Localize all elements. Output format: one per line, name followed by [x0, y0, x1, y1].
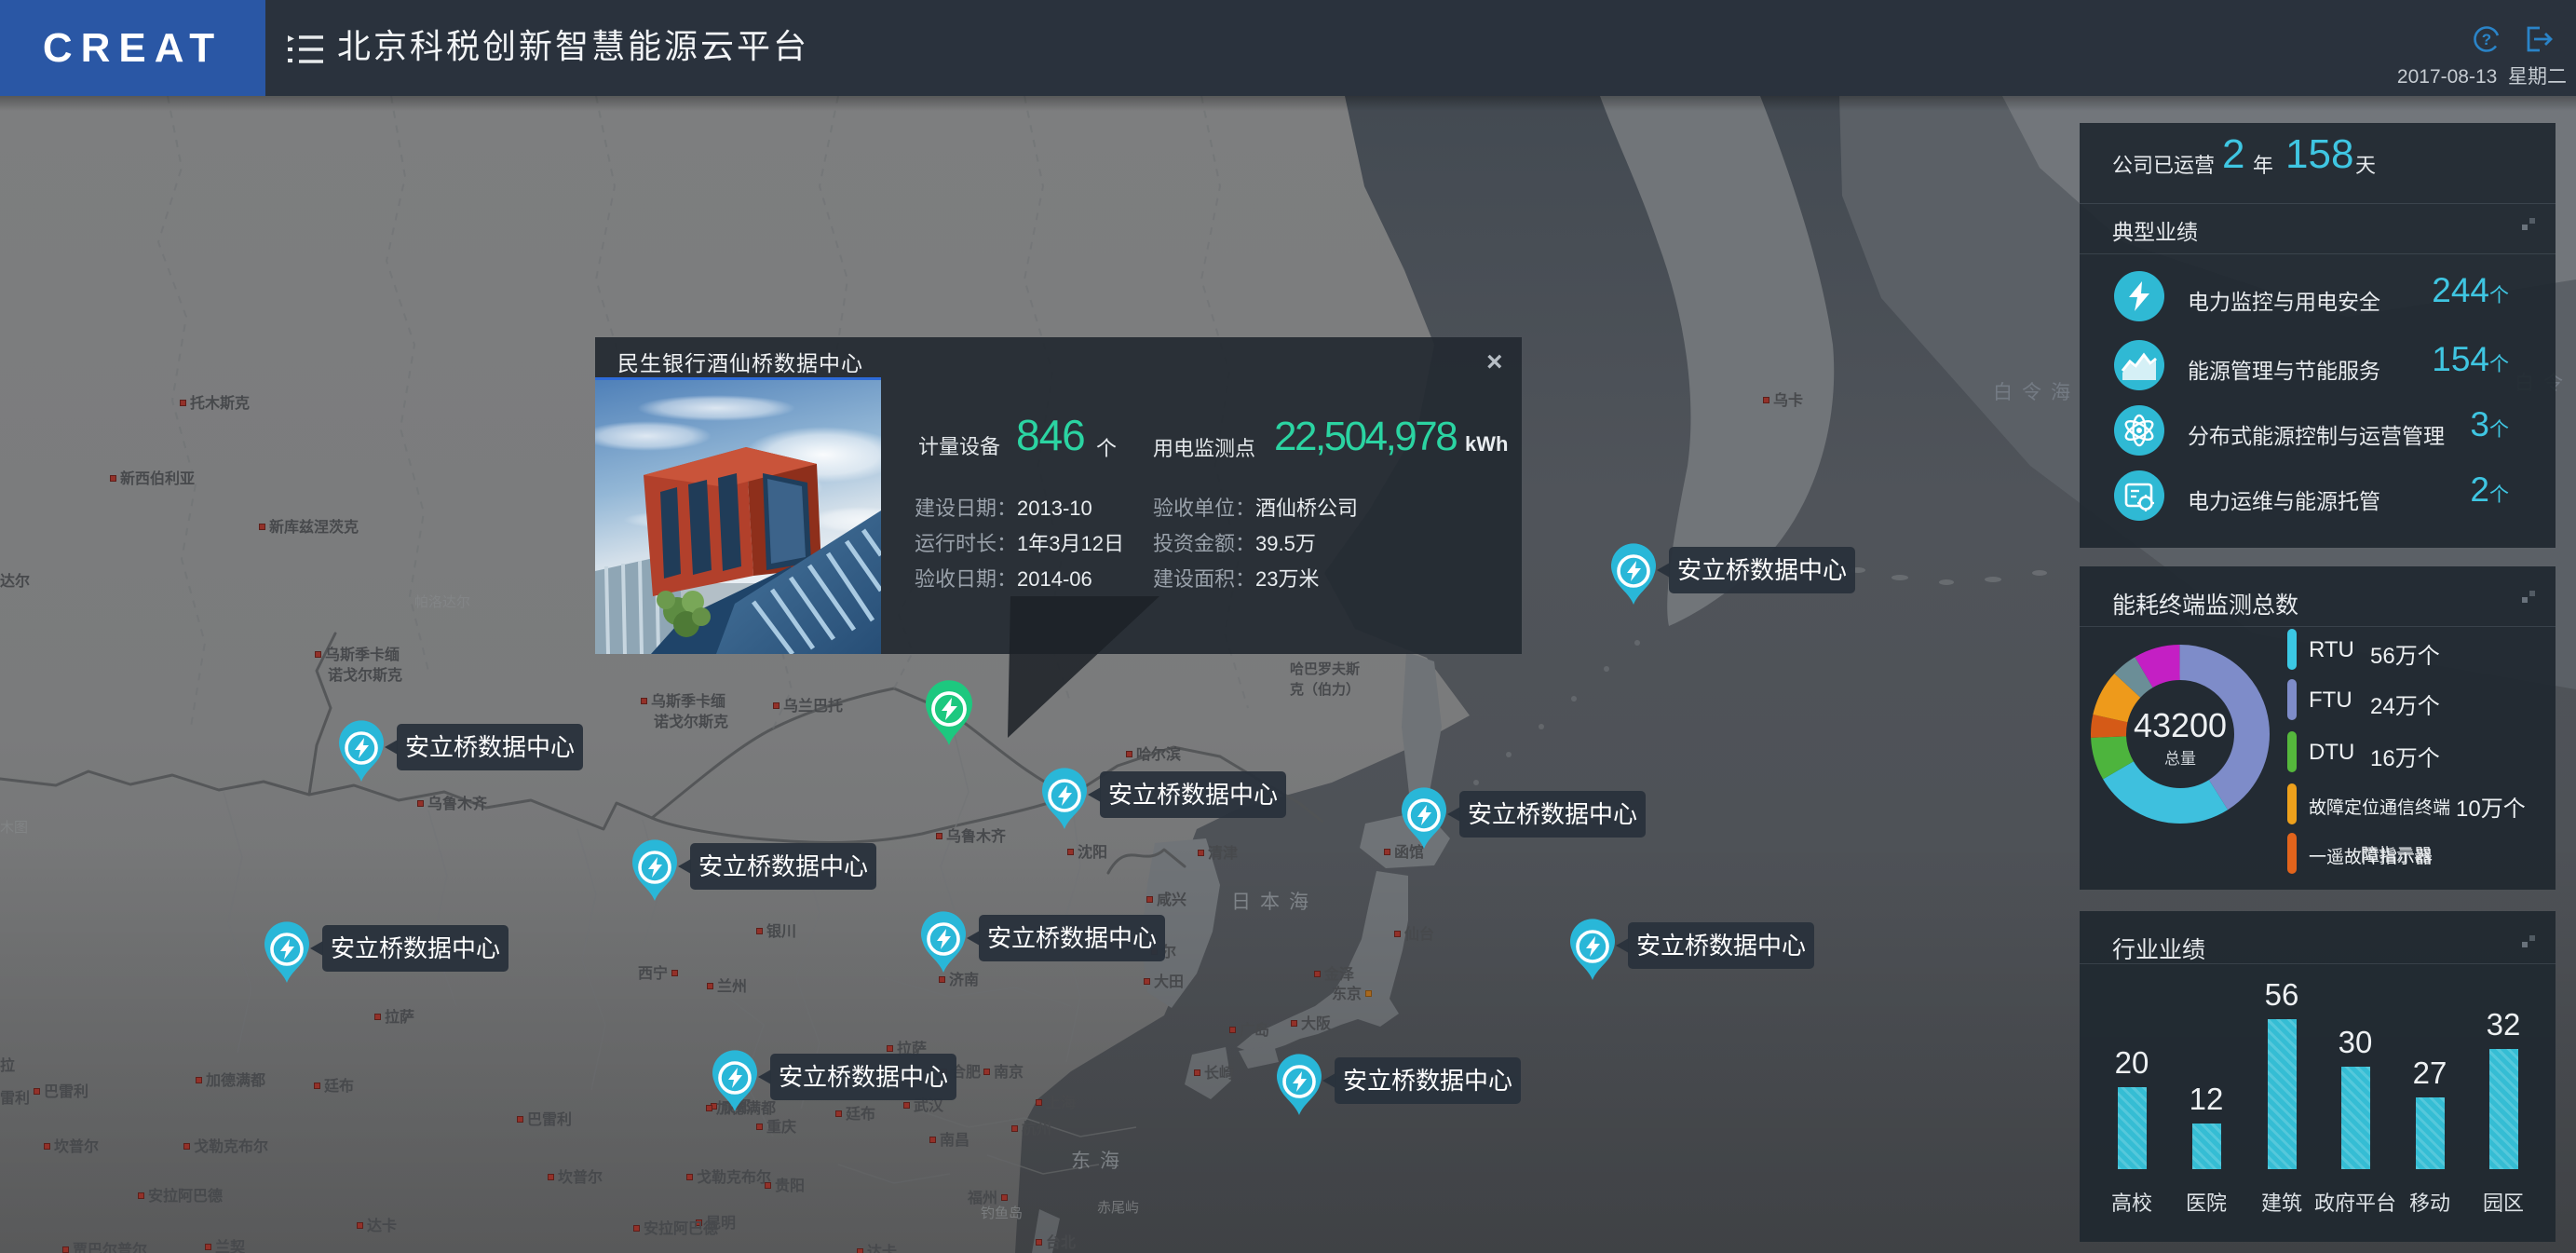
svg-text:?: ?: [2482, 31, 2491, 48]
